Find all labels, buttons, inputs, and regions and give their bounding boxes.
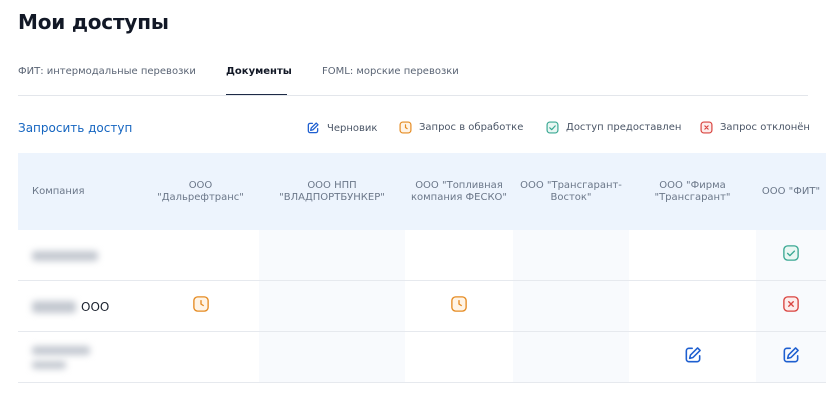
access-cell [405,331,513,383]
access-cell [405,280,513,332]
table-row [18,331,826,383]
header-company-col: ООО "Дальрефтранс" [142,153,259,230]
legend-draft-label: Черновик [327,122,378,134]
access-cell [756,280,826,332]
legend-granted: Доступ предоставлен [546,121,681,134]
pencil-square-icon [307,122,319,134]
header-company-col: ООО НПП "ВЛАДПОРТБУНКЕР" [259,153,405,230]
access-cell [405,230,513,281]
redacted-company-name [32,251,98,261]
access-cell [142,280,259,332]
company-cell: ООО [18,280,142,332]
pencil-square-icon[interactable] [683,345,703,369]
access-table: Компания ООО "Дальрефтранс" ООО НПП "ВЛА… [18,153,826,383]
access-cell [629,230,756,281]
access-cell [259,331,405,383]
cross-icon[interactable] [782,295,800,317]
request-access-link[interactable]: Запросить доступ [18,121,132,135]
access-cell [259,280,405,332]
access-cell [629,280,756,332]
legend-rejected: Запрос отклонён [700,121,810,134]
table-row [18,230,826,281]
tab-fit-intermodal[interactable]: ФИТ: интермодальные перевозки [18,66,226,96]
redacted-company-name [32,360,66,369]
legend-pending: Запрос в обработке [399,121,523,134]
header-company-col: ООО "Фирма "Трансгарант" [629,153,756,230]
page-title: Мои доступы [18,10,169,34]
tab-documents[interactable]: Документы [226,66,292,96]
access-cell [513,230,629,281]
cross-icon [700,121,713,134]
access-cell [259,230,405,281]
redacted-company-name [32,345,90,355]
tab-bar: ФИТ: интермодальные перевозки Документы … [18,66,459,96]
tabs-divider [18,95,808,96]
pencil-square-icon[interactable] [781,345,801,369]
access-cell [756,230,826,281]
legend-pending-label: Запрос в обработке [419,122,524,133]
clock-icon [399,121,412,134]
company-name-suffix: ООО [81,300,110,314]
access-cell [513,280,629,332]
header-company-col: ООО "Топливная компания ФЕСКО" [405,153,513,230]
company-cell [18,331,142,383]
clock-icon[interactable] [192,295,210,317]
redacted-company-name [32,301,76,313]
access-cell [513,331,629,383]
legend-rejected-label: Запрос отклонён [720,122,810,133]
table-row: ООО [18,280,826,332]
access-cell [629,331,756,383]
access-cell [142,331,259,383]
tab-foml-sea[interactable]: FOML: морские перевозки [322,66,459,96]
access-cell [142,230,259,281]
access-cell [756,331,826,383]
company-cell [18,230,142,281]
clock-icon[interactable] [450,295,468,317]
legend-draft: Черновик [306,121,377,135]
header-company-col: ООО "Трансгарант-Восток" [513,153,629,230]
table-header-row: Компания ООО "Дальрефтранс" ООО НПП "ВЛА… [18,153,826,230]
header-company-col: ООО "ФИТ" [756,153,826,230]
legend-granted-label: Доступ предоставлен [566,122,682,133]
check-icon[interactable] [782,244,800,266]
check-icon [546,121,559,134]
header-company: Компания [18,153,142,230]
